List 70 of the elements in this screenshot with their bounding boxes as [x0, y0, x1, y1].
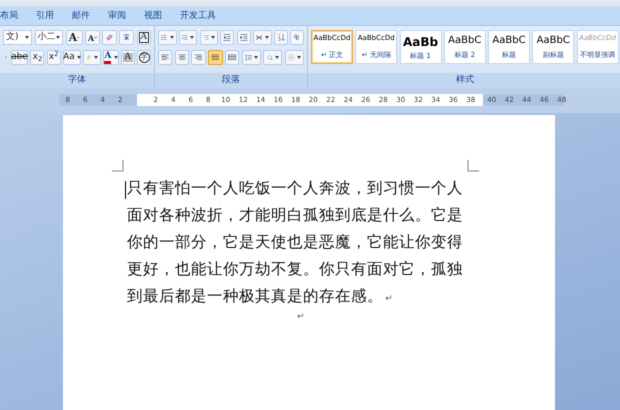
corner-mark-icon [467, 160, 479, 172]
ribbon-tab[interactable]: 布局 [0, 7, 27, 25]
group-label: 段落 [155, 73, 307, 88]
distribute-button[interactable] [224, 50, 240, 65]
justify-button[interactable] [208, 50, 223, 65]
increase-indent-button[interactable] [236, 30, 251, 45]
ribbon-tab[interactable]: 审阅 [99, 7, 135, 25]
style-preview: AaBb [402, 34, 438, 51]
format-button[interactable]: abe [10, 50, 28, 65]
character-shading-button[interactable]: A [120, 50, 135, 65]
character-border-button[interactable]: A [136, 30, 151, 45]
align-left-button[interactable] [158, 50, 172, 65]
border-button[interactable] [284, 50, 304, 65]
font-name-field[interactable]: 文) [3, 30, 32, 45]
paragraph-mark-icon [293, 32, 301, 43]
paint-bucket-button[interactable] [263, 50, 282, 65]
format-button[interactable]: Aa [62, 50, 82, 65]
justify-icon [211, 52, 220, 63]
field-value: 小二 [38, 30, 56, 44]
bullet-list-icon [161, 32, 168, 43]
font-size-field[interactable]: 小二 [34, 30, 64, 45]
ribbon-tab[interactable]: 引用 [27, 7, 63, 25]
corner-mark-icon [112, 160, 124, 172]
sort-button[interactable] [274, 30, 288, 45]
phonetic-guide-icon [122, 32, 132, 43]
group-label: 字体 [0, 73, 154, 88]
ribbon-tab[interactable]: 开发工具 [171, 7, 225, 25]
shrink-font-button[interactable]: A [84, 30, 100, 45]
paragraph-text: 只有害怕一个人吃饭一个人奔波，到习惯一个人面对各种波折，才能明白孤独到底是什么。它是你的一部分，它是天使也是恶魔，它能让你变得更好，也能让你万劫不复。你只有面对它，孤独到最后都是一种极其真是的存在感。↵ [127, 178, 464, 307]
sort-icon [276, 32, 285, 43]
ribbon-tab[interactable]: 视图 [135, 7, 171, 25]
border-icon [288, 52, 295, 63]
numbered-list-button[interactable] [178, 30, 198, 45]
text-cursor [125, 181, 126, 199]
numbered-list-icon [182, 32, 188, 43]
format-button[interactable]: x$_{2}$ [30, 50, 44, 65]
ribbon-tab[interactable]: 邮件 [63, 7, 99, 25]
asian-layout-button[interactable] [252, 30, 272, 45]
highlighter-icon [86, 52, 92, 63]
group-label: 样式 [308, 73, 620, 88]
style-preview: AaBbC [448, 34, 482, 48]
grow-font-button[interactable]: A [66, 30, 83, 45]
style-preview: AaBbC [536, 34, 570, 48]
asian-layout-icon [256, 32, 262, 43]
align-center-icon [178, 52, 186, 63]
field-value: 文) [6, 30, 19, 44]
distribute-icon [228, 52, 236, 63]
format-button[interactable]: x$^{2}$ [46, 50, 61, 65]
paragraph-mark: ↵ [297, 312, 305, 322]
eraser-button[interactable] [102, 30, 118, 45]
paint-bucket-icon [266, 52, 274, 63]
style-preview: AaBbC [492, 34, 526, 48]
increase-indent-icon [240, 32, 248, 43]
highlighter-button[interactable] [83, 50, 102, 65]
line-spacing-button[interactable] [242, 50, 261, 65]
align-right-button[interactable] [191, 50, 206, 65]
paragraph-mark-button[interactable] [290, 30, 304, 45]
paragraph-mark: ↵ [385, 294, 393, 304]
multilevel-list-button[interactable] [200, 30, 218, 45]
eraser-icon [105, 32, 114, 43]
bullet-list-button[interactable] [158, 30, 177, 45]
decrease-indent-button[interactable] [220, 30, 234, 45]
multilevel-list-icon [202, 32, 209, 43]
decrease-indent-icon [223, 32, 232, 43]
align-right-icon [194, 52, 203, 63]
font-color-button[interactable]: A [103, 50, 118, 65]
line-spacing-icon [244, 52, 252, 63]
phonetic-guide-button[interactable] [119, 30, 134, 45]
align-left-icon [161, 52, 170, 63]
align-center-button[interactable] [174, 50, 190, 65]
